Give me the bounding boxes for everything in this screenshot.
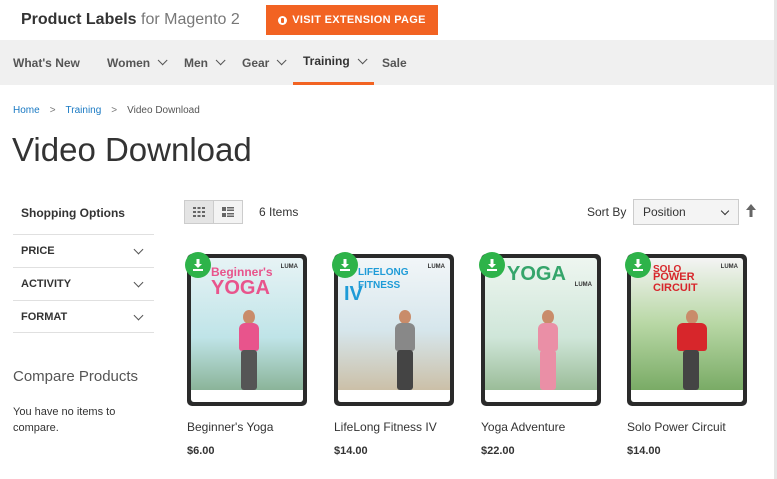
nav-item-label: Men: [184, 55, 208, 70]
items-count: 6 Items: [259, 205, 299, 219]
luma-logo: LUMA: [574, 282, 592, 288]
chevron-down-icon: [133, 244, 144, 255]
product-name[interactable]: Beginner's Yoga: [187, 420, 307, 434]
visit-extension-button[interactable]: VISIT EXTENSION PAGE: [266, 5, 438, 35]
sort-arrow-up-icon[interactable]: [745, 203, 757, 219]
filter-label: PRICE: [21, 245, 55, 257]
product-price: $6.00: [187, 445, 215, 457]
breadcrumb-home[interactable]: Home: [13, 105, 40, 116]
product-cover-art: Beginner's YOGA LUMA: [191, 258, 303, 402]
product-image[interactable]: LIFELONG FITNESS IV LUMA: [332, 252, 454, 406]
product-price: $22.00: [481, 445, 515, 457]
sort-by-select[interactable]: Position: [633, 199, 739, 225]
sort-by-value: Position: [643, 205, 686, 219]
product-card-yoga-adventure[interactable]: YOGA LUMA Yoga Adventure $22.00: [479, 252, 601, 457]
product-cover-art: SOLO POWER CIRCUIT LUMA: [631, 258, 743, 402]
download-label-badge: [479, 252, 505, 278]
chevron-down-icon: [277, 55, 287, 66]
product-image[interactable]: SOLO POWER CIRCUIT LUMA: [625, 252, 747, 406]
product-name[interactable]: Yoga Adventure: [481, 420, 601, 434]
download-label-badge: [332, 252, 358, 278]
brand-light: for Magento 2: [141, 11, 240, 28]
nav-item-women[interactable]: Women: [107, 40, 168, 85]
download-label-badge: [625, 252, 651, 278]
product-cover-art: LIFELONG FITNESS IV LUMA: [338, 258, 450, 402]
filter-format[interactable]: FORMAT: [13, 300, 154, 333]
list-view-button[interactable]: [213, 200, 243, 224]
brand-title: Product Labels for Magento 2: [21, 11, 240, 29]
product-card-lifelong-fitness-iv[interactable]: LIFELONG FITNESS IV LUMA LifeLong Fitnes…: [332, 252, 454, 457]
chevron-down-icon: [720, 206, 730, 216]
luma-logo: LUMA: [427, 264, 445, 270]
product-price: $14.00: [627, 445, 661, 457]
product-card-solo-power-circuit[interactable]: SOLO POWER CIRCUIT LUMA Solo Power Circu…: [625, 252, 747, 457]
product-image[interactable]: YOGA LUMA: [479, 252, 601, 406]
nav-item-label: Gear: [242, 55, 270, 70]
filter-activity[interactable]: ACTIVITY: [13, 267, 154, 300]
cover-model: [236, 310, 262, 390]
breadcrumb-separator-icon: >: [111, 105, 118, 116]
shopping-options-title: Shopping Options: [21, 206, 125, 220]
product-name[interactable]: Solo Power Circuit: [627, 420, 747, 434]
cover-model: [674, 310, 710, 390]
download-icon: [193, 259, 203, 271]
download-icon: [633, 259, 643, 271]
nav-item-label: Sale: [382, 55, 407, 70]
filter-label: FORMAT: [21, 310, 68, 323]
filter-label: ACTIVITY: [21, 278, 72, 290]
product-cover-art: YOGA LUMA: [485, 258, 597, 402]
nav-item-whats-new[interactable]: What's New: [13, 40, 80, 85]
grid-view-icon: [193, 207, 205, 217]
product-price: $14.00: [334, 445, 368, 457]
chevron-down-icon: [215, 55, 226, 66]
nav-item-label: Training: [303, 54, 350, 68]
download-icon: [340, 259, 350, 271]
nav-item-men[interactable]: Men: [184, 40, 226, 85]
chevron-down-icon: [133, 277, 144, 288]
breadcrumb-training[interactable]: Training: [66, 105, 102, 116]
luma-logo: LUMA: [720, 264, 738, 270]
chevron-down-icon: [157, 55, 168, 66]
main-nav: What's New Women Men Gear Training Sale: [0, 40, 777, 85]
brand-strong: Product Labels: [21, 11, 137, 28]
nav-item-label: What's New: [13, 55, 80, 70]
download-icon: [487, 259, 497, 271]
list-view-icon: [222, 207, 234, 217]
compare-products-title: Compare Products: [13, 368, 139, 385]
product-card-beginners-yoga[interactable]: Beginner's YOGA LUMA Beginner's Yoga $6.…: [185, 252, 307, 457]
nav-item-gear[interactable]: Gear: [242, 40, 287, 85]
cover-big-text: POWER CIRCUIT: [653, 271, 698, 294]
visit-extension-label: VISIT EXTENSION PAGE: [292, 14, 426, 26]
luma-logo: LUMA: [280, 264, 298, 270]
cover-model: [535, 310, 561, 390]
cover-model: [392, 310, 418, 390]
download-label-badge: [185, 252, 211, 278]
breadcrumb-separator-icon: >: [49, 105, 56, 116]
page-title: Video Download: [12, 131, 252, 168]
product-image[interactable]: Beginner's YOGA LUMA: [185, 252, 307, 406]
breadcrumb-current: Video Download: [127, 105, 200, 116]
filter-price[interactable]: PRICE: [13, 234, 154, 267]
nav-item-sale[interactable]: Sale: [382, 40, 407, 85]
cover-big-text: YOGA: [507, 263, 566, 285]
grid-view-button[interactable]: [184, 200, 214, 224]
top-header: Product Labels for Magento 2 VISIT EXTEN…: [0, 0, 777, 40]
compare-empty-text: You have no items to compare.: [13, 406, 116, 434]
chevron-down-icon: [133, 310, 144, 321]
breadcrumb: Home > Training > Video Download: [13, 105, 200, 116]
cover-big-text: YOGA: [211, 277, 270, 299]
sort-by-label: Sort By: [587, 205, 627, 219]
cover-big-text: IV: [344, 283, 363, 305]
product-name[interactable]: LifeLong Fitness IV: [334, 420, 454, 434]
chevron-down-icon: [357, 53, 368, 64]
nav-item-training[interactable]: Training: [293, 40, 374, 85]
nav-item-label: Women: [107, 55, 151, 70]
globe-icon: [278, 15, 288, 25]
